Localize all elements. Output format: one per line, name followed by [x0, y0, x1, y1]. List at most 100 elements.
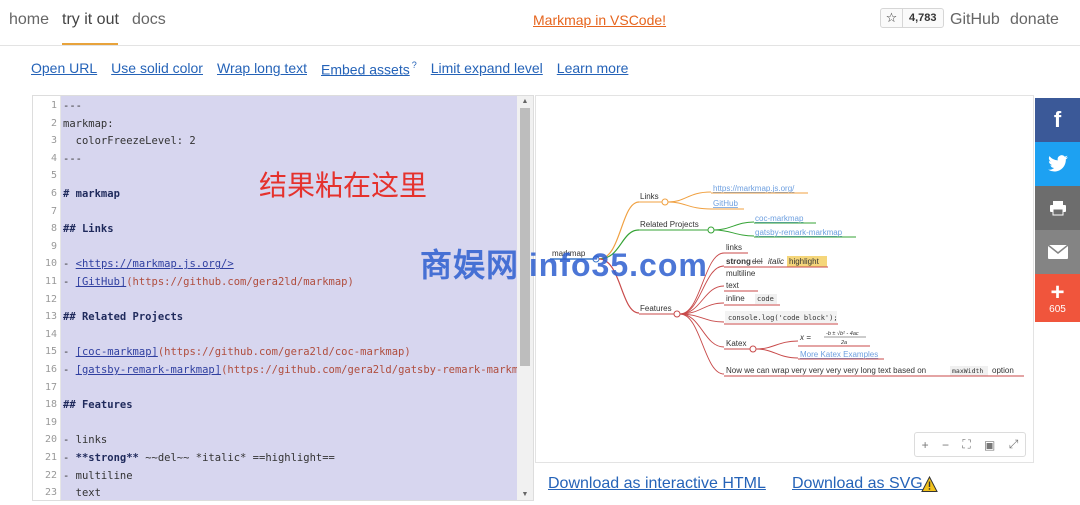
code-line[interactable]: ## Links — [63, 223, 114, 235]
node-rel2[interactable]: gatsby-remark-markmap — [755, 228, 843, 237]
code-token: <https://markmap.js.org/> — [75, 258, 234, 271]
line-number: 10 — [44, 258, 57, 270]
code-line[interactable]: # markmap — [63, 188, 120, 200]
code-line[interactable]: text — [63, 487, 101, 499]
code-line[interactable]: ## Features — [63, 399, 133, 411]
code-token: ~~del~~ — [138, 452, 196, 464]
watermark-text: 商娱网 info35.com — [420, 247, 708, 283]
embed-assets-link[interactable]: Embed assets — [321, 61, 410, 77]
limit-expand-link[interactable]: Limit expand level — [431, 60, 543, 80]
node-links[interactable]: Links — [639, 192, 669, 206]
open-url-link[interactable]: Open URL — [31, 60, 97, 80]
node-f-multiline-2[interactable]: text — [726, 281, 740, 290]
code-line[interactable]: colorFreezeLevel: 2 — [63, 135, 196, 147]
code-area[interactable]: --- markmap: colorFreezeLevel: 2 --- # mark… — [61, 96, 533, 500]
node-wrap-text[interactable]: Now we can wrap very very very very long… — [724, 366, 1024, 377]
nav-donate[interactable]: donate — [1010, 11, 1059, 29]
code-token: --- — [63, 100, 82, 112]
share-print-button[interactable] — [1035, 186, 1080, 230]
nav-home[interactable]: home — [9, 11, 49, 29]
code-token: (https://github.com/gera2ld/markmap) — [126, 276, 354, 288]
node-f-code-block[interactable]: console.log('code block'); — [724, 311, 838, 325]
code-line[interactable]: --- — [63, 153, 82, 165]
node-wrap-option: option — [992, 366, 1014, 375]
node-link2[interactable]: GitHub — [713, 199, 738, 208]
twitter-icon — [1047, 155, 1068, 172]
code-line[interactable]: - <https://markmap.js.org/> — [63, 258, 234, 270]
code-token: colorFreezeLevel: 2 — [63, 135, 196, 148]
code-line[interactable]: - links — [63, 434, 107, 446]
line-number: 22 — [44, 469, 57, 481]
scroll-thumb[interactable] — [520, 108, 530, 366]
embed-help-icon[interactable]: ? — [412, 60, 417, 70]
learn-more-link[interactable]: Learn more — [557, 60, 629, 80]
node-katex[interactable]: Katex — [724, 339, 757, 353]
email-icon — [1047, 245, 1068, 259]
fit-icon[interactable]: ⛶ — [962, 437, 970, 452]
mindmap-controls: + − ⛶ ▣ ⤢ — [914, 432, 1026, 457]
vscode-promo-link[interactable]: Markmap in VSCode! — [533, 12, 666, 28]
node-link1[interactable]: https://markmap.js.org/ — [713, 184, 795, 193]
share-twitter-button[interactable] — [1035, 142, 1080, 186]
code-line[interactable]: markmap: — [63, 118, 114, 130]
github-star-badge[interactable]: ☆ 4,783 — [880, 8, 944, 28]
node-rel1[interactable]: coc-markmap — [755, 214, 804, 223]
edge-link1 — [667, 191, 712, 203]
markdown-editor[interactable]: 1 2 3 4 5 6 7 8 9 10 11 12 13 14 15 16 17 18 19 20 21 22 23 --… — [32, 95, 534, 501]
line-number-gutter: 1 2 3 4 5 6 7 8 9 10 11 12 13 14 15 16 17 18 19 20 21 22 23 — [33, 96, 61, 500]
code-token: (https://github.com/gera2ld/gatsby-remar… — [221, 364, 534, 376]
toggle-recursive-icon[interactable]: ▣ — [984, 438, 995, 452]
code-token: text — [63, 487, 101, 500]
node-f-console: console.log('code block'); — [728, 314, 838, 322]
node-related[interactable]: Related Projects — [639, 220, 715, 234]
code-line[interactable]: - [coc-markmap](https://github.com/gera2… — [63, 346, 411, 358]
code-line[interactable]: - [gatsby-remark-markmap](https://github… — [63, 364, 534, 376]
node-links-label: Links — [640, 192, 659, 201]
warning-icon — [921, 476, 938, 492]
node-f-inline: inline — [726, 294, 745, 303]
share-count: 605 — [1049, 303, 1066, 315]
code-line[interactable]: - [GitHub](https://github.com/gera2ld/ma… — [63, 276, 354, 288]
code-token: [coc-markmap] — [75, 346, 158, 359]
line-number: 1 — [50, 100, 57, 111]
code-token: [gatsby-remark-markmap] — [75, 364, 222, 376]
star-count: 4,783 — [909, 12, 937, 24]
line-number: 3 — [50, 135, 57, 147]
fullscreen-icon[interactable]: ⤢ — [1009, 437, 1019, 452]
line-number: 19 — [44, 416, 57, 428]
scroll-up-icon[interactable]: ▲ — [517, 98, 533, 105]
embed-assets-group: Embed assets? — [321, 60, 417, 80]
share-facebook-button[interactable]: f — [1035, 98, 1080, 142]
scroll-down-icon[interactable]: ▼ — [517, 491, 533, 498]
nav-try-it-out[interactable]: try it out — [62, 11, 119, 29]
line-number: 6 — [50, 188, 57, 199]
node-features[interactable]: Features — [639, 304, 681, 318]
code-line[interactable]: - multiline — [63, 470, 133, 482]
download-html-link[interactable]: Download as interactive HTML — [548, 475, 766, 493]
nav-github[interactable]: GitHub — [950, 11, 1000, 29]
node-f-multiline-1[interactable]: multiline — [726, 269, 756, 278]
code-line[interactable]: ## Related Projects — [63, 311, 183, 323]
line-number: 9 — [50, 240, 57, 252]
nav-docs[interactable]: docs — [132, 11, 166, 29]
zoom-in-icon[interactable]: + — [922, 438, 929, 452]
editor-scrollbar[interactable]: ▲ ▼ — [517, 96, 533, 500]
node-katex-label: Katex — [726, 339, 746, 348]
code-token: *italic* — [195, 452, 247, 464]
node-f-links[interactable]: links — [726, 243, 742, 252]
line-number: 14 — [44, 328, 57, 340]
node-katex-more[interactable]: More Katex Examples — [800, 350, 878, 359]
node-f-formatting[interactable]: strong del italic highlight — [724, 256, 828, 268]
code-line[interactable]: - **strong** ~~del~~ *italic* ==highligh… — [63, 452, 335, 464]
share-more-button[interactable]: + 605 — [1035, 274, 1080, 322]
solid-color-link[interactable]: Use solid color — [111, 60, 203, 80]
zoom-out-icon[interactable]: − — [942, 438, 949, 452]
node-f-inline-code[interactable]: inline code — [724, 294, 780, 306]
wrap-text-link[interactable]: Wrap long text — [217, 60, 307, 80]
node-f-code: code — [757, 295, 774, 303]
edge-rel2 — [713, 229, 755, 237]
code-line[interactable]: --- — [63, 100, 82, 112]
download-svg-link[interactable]: Download as SVG — [792, 475, 923, 493]
share-email-button[interactable] — [1035, 230, 1080, 274]
node-f-italic: italic — [768, 257, 784, 266]
